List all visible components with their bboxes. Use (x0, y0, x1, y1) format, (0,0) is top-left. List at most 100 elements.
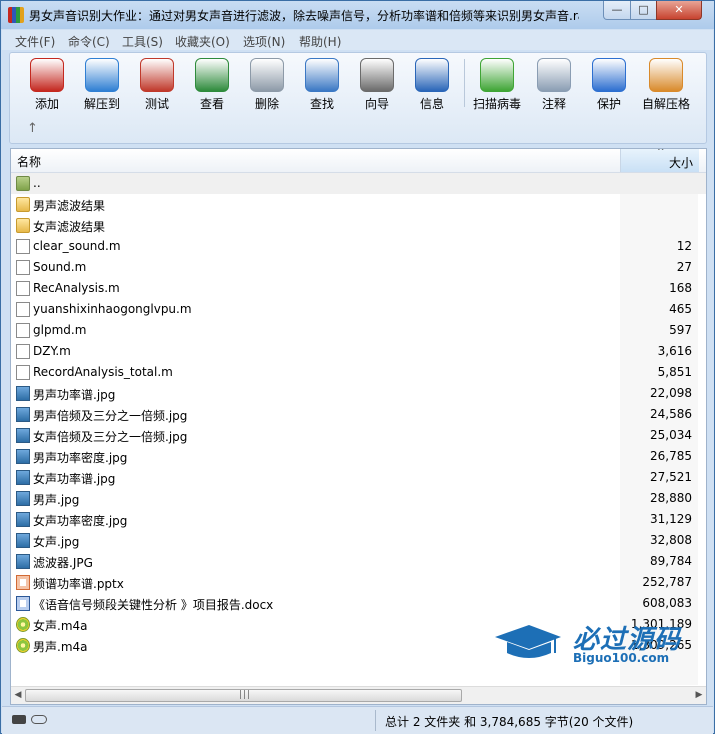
file-row[interactable]: 女声倍频及三分之一倍频.jpg 25,034 (11, 425, 706, 446)
close-button[interactable]: ✕ (656, 1, 702, 20)
delete-button[interactable]: 删除 (241, 58, 293, 112)
menu-tools[interactable]: 工具(S) (122, 33, 163, 50)
audio-file-icon (16, 638, 30, 653)
parent-folder-row[interactable]: .. (11, 173, 706, 194)
extract-to-button[interactable]: 解压到 (76, 58, 128, 112)
parent-folder-icon (16, 176, 30, 191)
file-name: 女声滤波结果 (33, 220, 106, 234)
protect-button[interactable]: 保护 (583, 58, 635, 112)
view-label: 查看 (199, 97, 224, 111)
add-button[interactable]: 添加 (21, 58, 73, 112)
m-file-icon (16, 239, 30, 254)
image-file-icon (16, 491, 30, 506)
file-row[interactable]: 频谱功率谱.pptx 252,787 (11, 572, 706, 593)
file-size: 26,785 (650, 449, 692, 463)
key-icon (31, 715, 47, 724)
scan-virus-button[interactable]: 扫描病毒 (471, 58, 523, 112)
file-row[interactable]: RecAnalysis.m 168 (11, 278, 706, 299)
test-button[interactable]: 测试 (131, 58, 183, 112)
minimize-button[interactable]: — (603, 1, 631, 20)
column-size-header[interactable]: ^ 大小 (620, 149, 699, 172)
file-name: .. (33, 176, 41, 190)
menu-favorites[interactable]: 收藏夹(O) (175, 33, 230, 50)
file-size: 89,784 (650, 554, 692, 568)
info-button[interactable]: 信息 (406, 58, 458, 112)
file-name: 男声功率密度.jpg (33, 451, 128, 465)
file-size: 32,808 (650, 533, 692, 547)
extract-to-label: 解压到 (83, 97, 120, 111)
view-book-icon (195, 58, 229, 92)
wizard-wand-icon (360, 58, 394, 92)
menu-file[interactable]: 文件(F) (15, 33, 55, 50)
wizard-button[interactable]: 向导 (351, 58, 403, 112)
winrar-app-icon (8, 7, 24, 23)
file-row[interactable]: glpmd.m 597 (11, 320, 706, 341)
test-label: 测试 (144, 97, 169, 111)
sfx-label: 自解压格 (641, 97, 690, 111)
scroll-right-icon[interactable]: ▶ (694, 690, 704, 700)
file-row[interactable]: 男声功率谱.jpg 22,098 (11, 383, 706, 404)
toolbar: 添加 解压到 测试 查看 删除 查找 向导 信息 扫描病毒 注释 保护 自解压格… (9, 52, 707, 144)
comment-icon (537, 58, 571, 92)
menu-options[interactable]: 选项(N) (243, 33, 285, 50)
wizard-label: 向导 (364, 97, 389, 111)
status-divider (375, 710, 376, 731)
file-row[interactable]: 滤波器.JPG 89,784 (11, 551, 706, 572)
status-summary: 总计 2 文件夹 和 3,784,685 字节(20 个文件) (385, 715, 634, 729)
file-row[interactable]: 女声功率谱.jpg 27,521 (11, 467, 706, 488)
view-button[interactable]: 查看 (186, 58, 238, 112)
up-folder-button[interactable]: ↑ (27, 121, 38, 136)
file-name: 滤波器.JPG (33, 556, 93, 570)
menu-command[interactable]: 命令(C) (68, 33, 110, 50)
sfx-button[interactable]: 自解压格 (640, 58, 692, 112)
m-file-icon (16, 344, 30, 359)
file-name: 男声倍频及三分之一倍频.jpg (33, 409, 188, 423)
file-row[interactable]: Sound.m 27 (11, 257, 706, 278)
file-size: 465 (669, 302, 692, 316)
file-name: RecAnalysis.m (33, 281, 120, 295)
menu-help[interactable]: 帮助(H) (299, 33, 341, 50)
file-size: 22,098 (650, 386, 692, 400)
file-row[interactable]: 男声倍频及三分之一倍频.jpg 24,586 (11, 404, 706, 425)
file-row[interactable]: clear_sound.m 12 (11, 236, 706, 257)
file-row[interactable]: DZY.m 3,616 (11, 341, 706, 362)
info-label: 信息 (419, 97, 444, 111)
window-title: 男女声音识别大作业：通过对男女声音进行滤波，除去噪声信号，分析功率谱和倍频等来识… (29, 9, 579, 23)
drive-icon (12, 715, 26, 724)
column-name-header[interactable]: 名称 (17, 153, 41, 170)
file-row[interactable]: 女声功率密度.jpg 31,129 (11, 509, 706, 530)
find-button[interactable]: 查找 (296, 58, 348, 112)
sfx-box-icon (649, 58, 683, 92)
scrollbar-thumb[interactable]: ||| (25, 689, 462, 702)
file-row[interactable]: 男声滤波结果 (11, 194, 706, 215)
file-row[interactable]: yuanshixinhaogonglvpu.m 465 (11, 299, 706, 320)
maximize-button[interactable]: □ (630, 1, 657, 20)
graduation-cap-icon (495, 625, 561, 658)
find-magnifier-icon (305, 58, 339, 92)
file-name: 女声.m4a (33, 619, 88, 633)
comment-label: 注释 (541, 97, 566, 111)
image-file-icon (16, 533, 30, 548)
comment-button[interactable]: 注释 (528, 58, 580, 112)
file-size: 27 (676, 260, 692, 274)
test-clipboard-icon (140, 58, 174, 92)
horizontal-scrollbar[interactable]: ◀ ||| ▶ (11, 686, 706, 704)
m-file-icon (16, 281, 30, 296)
image-file-icon (16, 386, 30, 401)
m-file-icon (16, 365, 30, 380)
image-file-icon (16, 449, 30, 464)
image-file-icon (16, 428, 30, 443)
file-row[interactable]: 《语音信号频段关键性分析 》项目报告.docx 608,083 (11, 593, 706, 614)
file-row[interactable]: 女声滤波结果 (11, 215, 706, 236)
file-row[interactable]: 男声功率密度.jpg 26,785 (11, 446, 706, 467)
file-row[interactable]: 男声.jpg 28,880 (11, 488, 706, 509)
scroll-left-icon[interactable]: ◀ (13, 690, 23, 700)
file-row[interactable]: 女声.jpg 32,808 (11, 530, 706, 551)
file-size: 24,586 (650, 407, 692, 421)
image-file-icon (16, 407, 30, 422)
protect-shield-icon (592, 58, 626, 92)
title-bar: 男女声音识别大作业：通过对男女声音进行滤波，除去噪声信号，分析功率谱和倍频等来识… (1, 1, 714, 29)
toolbar-separator (464, 59, 465, 107)
file-row[interactable]: RecordAnalysis_total.m 5,851 (11, 362, 706, 383)
folder-icon (16, 197, 30, 212)
